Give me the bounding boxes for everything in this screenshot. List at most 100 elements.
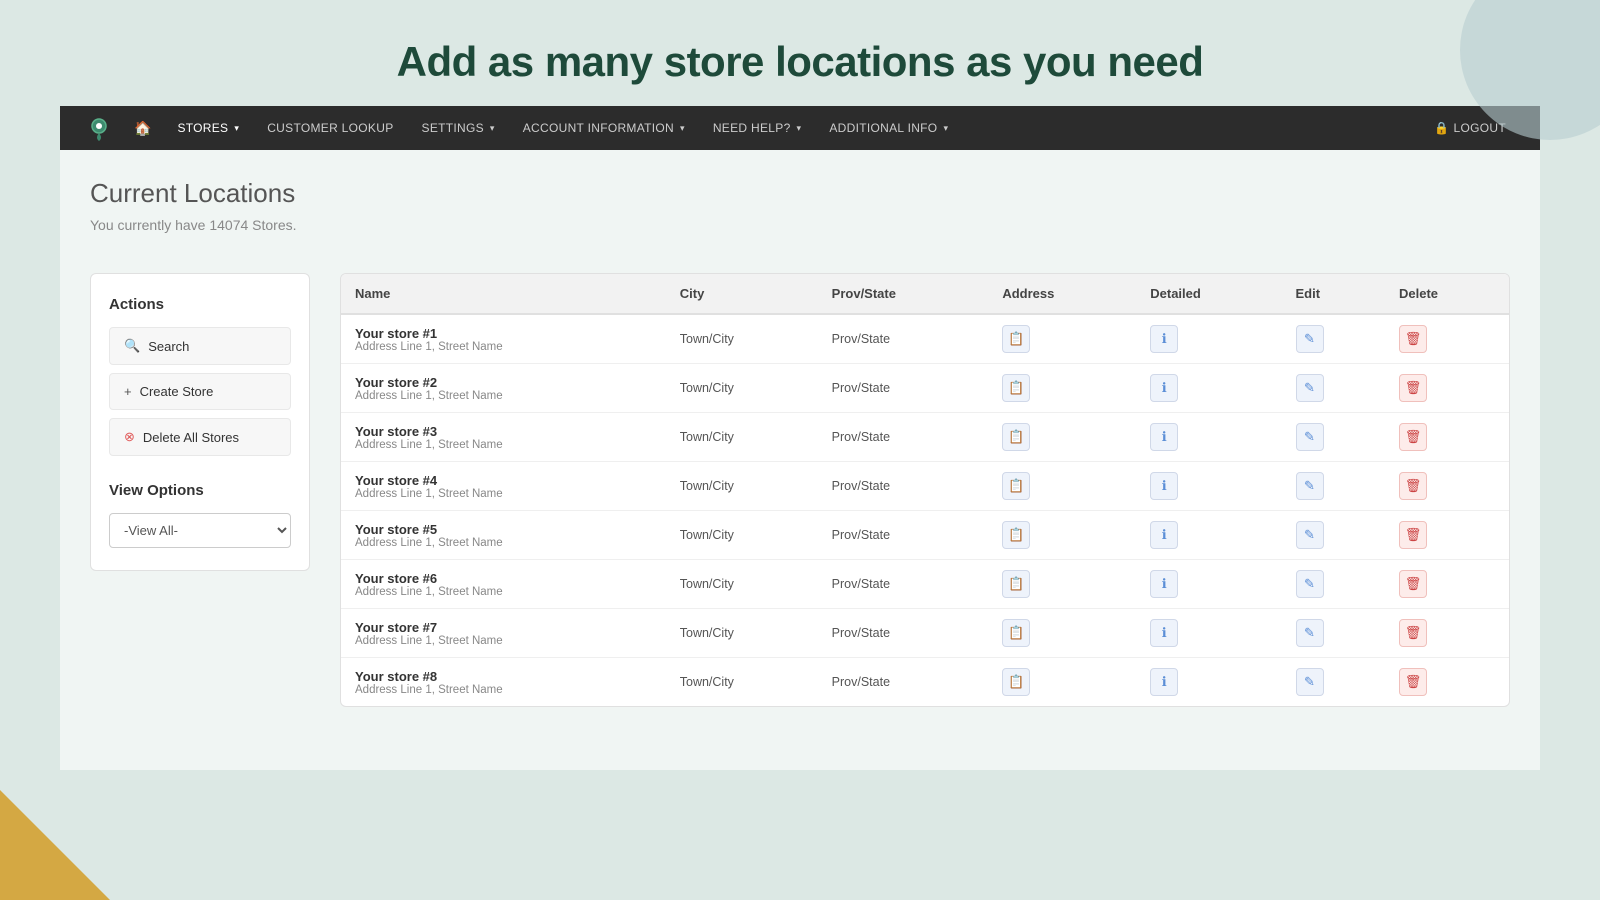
table-row: Your store #8 Address Line 1, Street Nam… [341,658,1509,707]
detailed-icon-btn[interactable]: ℹ [1150,521,1178,549]
store-name: Your store #1 [355,326,652,341]
main-content: Current Locations You currently have 140… [60,150,1540,770]
search-button[interactable]: 🔍 Search [109,327,291,365]
cell-prov-state: Prov/State [818,364,989,413]
view-options-section: View Options -View All- Active Inactive [109,482,291,548]
nav-need-help[interactable]: NEED HELP? ▾ [699,106,816,150]
store-address: Address Line 1, Street Name [355,537,652,549]
edit-icon-btn[interactable]: ✎ [1296,521,1324,549]
address-icon-btn[interactable]: 📋 [1002,423,1030,451]
col-address: Address [988,274,1136,314]
col-city: City [666,274,818,314]
cell-prov-state: Prov/State [818,658,989,707]
detailed-icon-btn[interactable]: ℹ [1150,668,1178,696]
address-icon-btn[interactable]: 📋 [1002,374,1030,402]
cell-city: Town/City [666,658,818,707]
page-title: Current Locations [90,178,1510,209]
cell-city: Town/City [666,364,818,413]
create-store-button[interactable]: + Create Store [109,373,291,410]
address-icon-btn[interactable]: 📋 [1002,472,1030,500]
store-address: Address Line 1, Street Name [355,684,652,696]
nav-settings[interactable]: SETTINGS ▾ [408,106,509,150]
address-icon-btn[interactable]: 📋 [1002,325,1030,353]
cell-city: Town/City [666,413,818,462]
cell-address-icon: 📋 [988,314,1136,364]
detailed-icon-btn[interactable]: ℹ [1150,472,1178,500]
store-address: Address Line 1, Street Name [355,341,652,353]
store-name: Your store #7 [355,620,652,635]
cell-name: Your store #8 Address Line 1, Street Nam… [341,658,666,707]
cell-edit: ✎ [1282,462,1386,511]
nav-customer-lookup[interactable]: CUSTOMER LOOKUP [253,106,407,150]
cell-edit: ✎ [1282,609,1386,658]
detailed-icon-btn[interactable]: ℹ [1150,619,1178,647]
detailed-icon-btn[interactable]: ℹ [1150,570,1178,598]
edit-icon-btn[interactable]: ✎ [1296,570,1324,598]
chevron-icon: ▾ [490,123,495,134]
cell-delete: 🗑 [1385,560,1509,609]
cell-delete: 🗑 [1385,658,1509,707]
cell-detailed: ℹ [1136,413,1281,462]
cell-prov-state: Prov/State [818,413,989,462]
view-options-select[interactable]: -View All- Active Inactive [109,513,291,548]
cell-detailed: ℹ [1136,511,1281,560]
store-address: Address Line 1, Street Name [355,586,652,598]
edit-icon-btn[interactable]: ✎ [1296,619,1324,647]
table-row: Your store #5 Address Line 1, Street Nam… [341,511,1509,560]
store-name: Your store #2 [355,375,652,390]
delete-icon-btn[interactable]: 🗑 [1399,619,1427,647]
chevron-icon: ▾ [680,123,685,134]
table-row: Your store #3 Address Line 1, Street Nam… [341,413,1509,462]
edit-icon-btn[interactable]: ✎ [1296,325,1324,353]
nav-home[interactable]: 🏠 [122,106,163,150]
actions-title: Actions [109,296,291,313]
address-icon-btn[interactable]: 📋 [1002,570,1030,598]
cell-detailed: ℹ [1136,658,1281,707]
nav-additional-info[interactable]: ADDITIONAL INFO ▾ [815,106,962,150]
detailed-icon-btn[interactable]: ℹ [1150,325,1178,353]
cell-prov-state: Prov/State [818,609,989,658]
store-address: Address Line 1, Street Name [355,635,652,647]
nav-account-information[interactable]: ACCOUNT INFORMATION ▾ [509,106,699,150]
col-edit: Edit [1282,274,1386,314]
edit-icon-btn[interactable]: ✎ [1296,668,1324,696]
edit-icon-btn[interactable]: ✎ [1296,472,1324,500]
plus-icon: + [124,384,132,399]
col-delete: Delete [1385,274,1509,314]
cell-edit: ✎ [1282,314,1386,364]
delete-icon-btn[interactable]: 🗑 [1399,325,1427,353]
delete-icon-btn[interactable]: 🗑 [1399,423,1427,451]
delete-icon-btn[interactable]: 🗑 [1399,374,1427,402]
delete-icon-btn[interactable]: 🗑 [1399,472,1427,500]
nav-stores[interactable]: STORES ▾ [163,106,253,150]
detailed-icon-btn[interactable]: ℹ [1150,423,1178,451]
cell-detailed: ℹ [1136,462,1281,511]
cell-detailed: ℹ [1136,560,1281,609]
table-row: Your store #7 Address Line 1, Street Nam… [341,609,1509,658]
delete-icon: ⊗ [124,429,135,445]
detailed-icon-btn[interactable]: ℹ [1150,374,1178,402]
cell-delete: 🗑 [1385,511,1509,560]
delete-all-stores-button[interactable]: ⊗ Delete All Stores [109,418,291,456]
store-name: Your store #8 [355,669,652,684]
chevron-icon: ▾ [797,123,802,134]
delete-icon-btn[interactable]: 🗑 [1399,668,1427,696]
table-row: Your store #2 Address Line 1, Street Nam… [341,364,1509,413]
table-row: Your store #1 Address Line 1, Street Nam… [341,314,1509,364]
cell-name: Your store #1 Address Line 1, Street Nam… [341,314,666,364]
cell-edit: ✎ [1282,658,1386,707]
store-address: Address Line 1, Street Name [355,488,652,500]
page-subtitle: You currently have 14074 Stores. [90,217,1510,233]
store-name: Your store #4 [355,473,652,488]
address-icon-btn[interactable]: 📋 [1002,521,1030,549]
cell-prov-state: Prov/State [818,462,989,511]
store-name: Your store #6 [355,571,652,586]
edit-icon-btn[interactable]: ✎ [1296,423,1324,451]
logo[interactable] [80,109,118,147]
address-icon-btn[interactable]: 📋 [1002,619,1030,647]
delete-icon-btn[interactable]: 🗑 [1399,570,1427,598]
delete-icon-btn[interactable]: 🗑 [1399,521,1427,549]
address-icon-btn[interactable]: 📋 [1002,668,1030,696]
cell-address-icon: 📋 [988,560,1136,609]
edit-icon-btn[interactable]: ✎ [1296,374,1324,402]
